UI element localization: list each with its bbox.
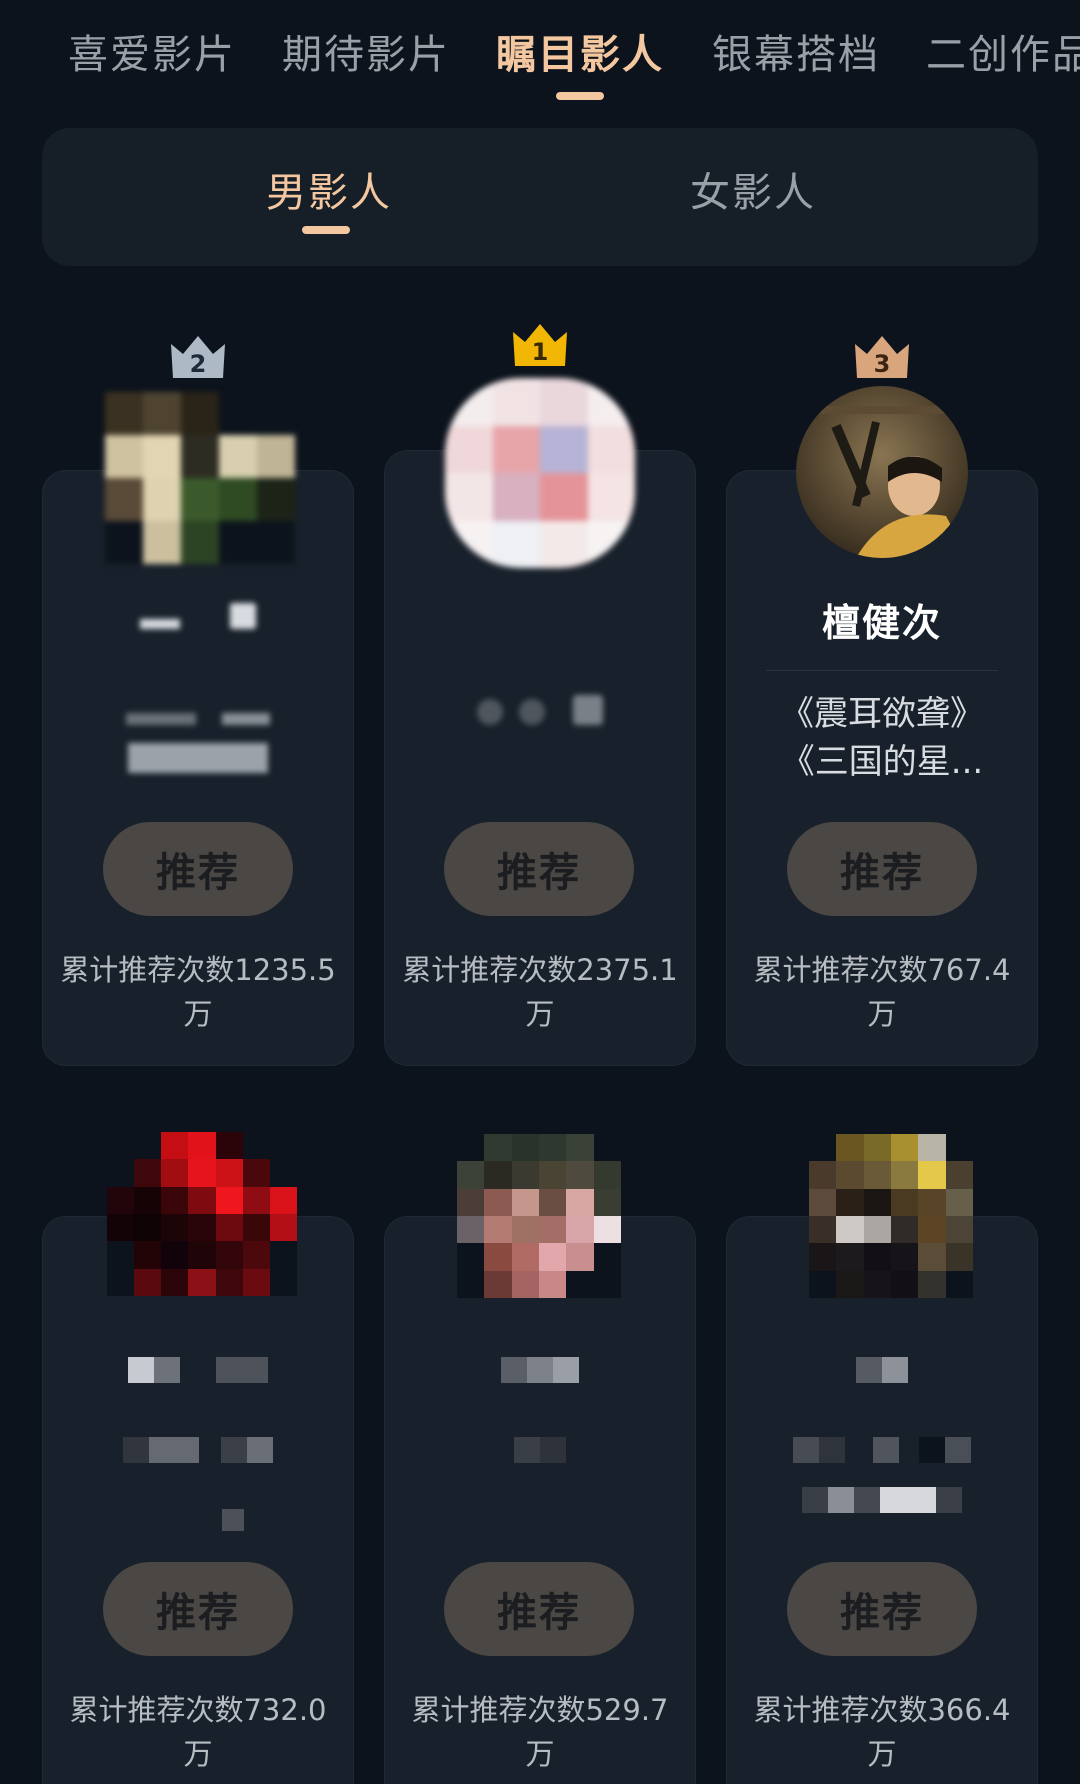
tab-female[interactable]: 女影人 <box>690 160 816 218</box>
recommend-count: 累计推荐次数529.7 万 <box>411 1693 669 1771</box>
person-name <box>42 594 354 638</box>
recommend-button[interactable]: 推荐 <box>103 1562 293 1656</box>
tab-derivative-works[interactable]: 二创作品 <box>926 22 1080 80</box>
person-works-2 <box>42 1496 354 1544</box>
gender-active-indicator <box>302 226 350 234</box>
page: 喜爱影片 期待影片 瞩目影人 银幕搭档 二创作品 男影人 女影人 2 推荐 累计… <box>0 0 1080 1784</box>
person-name <box>726 1348 1038 1396</box>
person-works <box>42 1428 354 1476</box>
recommend-count: 累计推荐次数732.0 万 <box>69 1693 327 1771</box>
recommend-count: 累计推荐次数1235.5 万 <box>60 953 336 1031</box>
person-works <box>726 1428 1038 1476</box>
recommend-button[interactable]: 推荐 <box>444 822 634 916</box>
recommend-button[interactable]: 推荐 <box>444 1562 634 1656</box>
person-works: 《震耳欲聋》 <box>780 694 984 734</box>
svg-text:3: 3 <box>874 350 891 378</box>
recommend-count: 累计推荐次数366.4 万 <box>753 1693 1011 1771</box>
avatar[interactable] <box>809 1134 973 1298</box>
divider <box>766 670 998 671</box>
avatar[interactable] <box>107 1132 297 1296</box>
person-works-2: 《三国的星... <box>780 742 984 782</box>
recommend-count: 累计推荐次数767.4 万 <box>753 953 1011 1031</box>
gold-crown-icon: 1 <box>511 322 569 366</box>
person-name <box>42 1348 354 1396</box>
avatar[interactable] <box>445 378 635 568</box>
avatar[interactable] <box>796 386 968 558</box>
tab-favorite-films[interactable]: 喜爱影片 <box>68 22 236 80</box>
person-name: 檀健次 <box>821 601 942 645</box>
bronze-crown-icon: 3 <box>853 334 911 378</box>
person-works <box>42 690 354 738</box>
recommend-button[interactable]: 推荐 <box>787 822 977 916</box>
person-works-2 <box>42 738 354 786</box>
silver-crown-icon: 2 <box>169 334 227 378</box>
tab-male[interactable]: 男影人 <box>266 160 392 218</box>
gender-segment: 男影人 女影人 <box>42 128 1038 266</box>
tab-anticipated-films[interactable]: 期待影片 <box>282 22 450 80</box>
active-tab-indicator <box>556 92 604 100</box>
person-works-2 <box>726 1478 1038 1526</box>
avatar[interactable] <box>105 392 295 564</box>
person-works <box>384 1428 696 1476</box>
recommend-button[interactable]: 推荐 <box>103 822 293 916</box>
svg-text:1: 1 <box>532 338 549 366</box>
tab-screen-partners[interactable]: 银幕搭档 <box>712 22 880 80</box>
recommend-button[interactable]: 推荐 <box>787 1562 977 1656</box>
top-tab-bar: 喜爱影片 期待影片 瞩目影人 银幕搭档 二创作品 <box>0 0 1080 110</box>
avatar[interactable] <box>457 1134 621 1298</box>
tab-notable-people[interactable]: 瞩目影人 <box>496 22 664 80</box>
person-name <box>384 1348 696 1396</box>
recommend-count: 累计推荐次数2375.1 万 <box>402 953 678 1031</box>
person-works <box>384 690 696 738</box>
svg-text:2: 2 <box>190 350 207 378</box>
